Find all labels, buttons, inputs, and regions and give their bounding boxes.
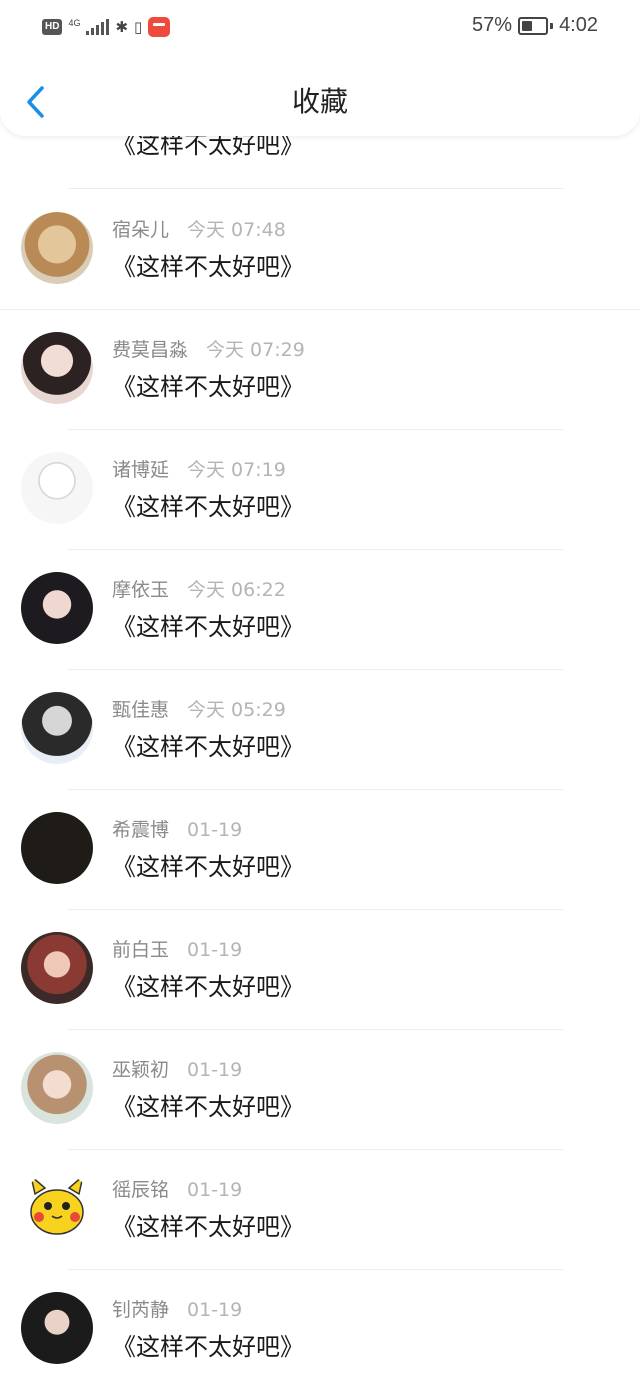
status-bar: HD 4G ✱ ▯ 57% 4:02 [0,0,640,56]
favorites-list-main: 宿朵儿 今天 07:48 《这样不太好吧》 费莫昌淼 今天 07:29 《这样不太好… [0,190,640,1390]
timestamp: 01-19 [187,819,243,841]
status-icons-right: 57% 4:02 [472,14,598,37]
clock: 4:02 [559,14,598,36]
sender-name: 费莫昌淼 [112,339,189,361]
pikachu-icon [29,1173,85,1235]
message-text: 《这样不太好吧》 [112,1093,304,1121]
timestamp: 今天 05:29 [187,699,286,721]
bluetooth-icon: ✱ [115,18,129,36]
message-text: 《这样不太好吧》 [112,253,304,281]
avatar[interactable] [21,572,93,644]
avatar[interactable] [21,932,93,1004]
signal-icon [86,19,110,35]
hd-icon: HD [42,19,63,35]
avatar[interactable] [21,212,93,284]
sender-name: 巫颖初 [112,1059,170,1081]
timestamp: 今天 07:48 [187,219,286,241]
list-item[interactable]: 甄佳惠 今天 05:29 《这样不太好吧》 [0,670,640,790]
message-text: 《这样不太好吧》 [112,373,304,401]
app-notification-icon [148,17,171,37]
timestamp: 01-19 [187,939,243,961]
battery-percent: 57% [472,14,513,36]
list-item[interactable]: 诸博延 今天 07:19 《这样不太好吧》 [0,430,640,550]
list-item[interactable]: 钊芮静 01-19 《这样不太好吧》 [0,1270,640,1390]
page-title: 收藏 [291,85,348,118]
list-item[interactable]: 希震博 01-19 《这样不太好吧》 [0,790,640,910]
avatar[interactable] [21,1292,93,1364]
avatar[interactable] [21,1052,93,1124]
list-item[interactable]: 前白玉 01-19 《这样不太好吧》 [0,910,640,1030]
message-text: 《这样不太好吧》 [112,493,304,521]
list-item[interactable]: 宿朵儿 今天 07:48 《这样不太好吧》 [0,190,640,310]
sender-name: 徭辰铭 [112,1179,170,1201]
message-text: 《这样不太好吧》 [112,973,304,1001]
avatar[interactable] [21,812,93,884]
timestamp: 01-19 [187,1059,243,1081]
battery-icon [518,16,549,35]
sender-name: 诸博延 [112,459,170,481]
nav-bar: 收藏 [0,56,640,136]
avatar[interactable] [21,692,93,764]
divider [68,188,563,189]
timestamp: 今天 06:22 [187,579,286,601]
timestamp: 今天 07:29 [206,339,305,361]
sender-name: 前白玉 [112,939,170,961]
list-item[interactable]: 摩依玉 今天 06:22 《这样不太好吧》 [0,550,640,670]
message-text: 《这样不太好吧》 [112,853,304,881]
network-type: 4G [68,18,81,28]
message-text: 《这样不太好吧》 [112,1333,304,1361]
message-text: 《这样不太好吧》 [112,613,304,641]
sender-name: 希震博 [112,819,170,841]
list-item[interactable]: 徭辰铭 01-19 《这样不太好吧》 [0,1150,640,1270]
avatar[interactable] [21,1172,93,1244]
timestamp: 今天 07:19 [187,459,286,481]
avatar[interactable] [21,332,93,404]
sender-name: 摩依玉 [112,579,170,601]
vibrate-icon: ▯ [134,18,143,36]
timestamp: 01-19 [187,1299,243,1321]
timestamp: 01-19 [187,1179,243,1201]
status-icons-left: HD 4G ✱ ▯ [42,16,171,38]
avatar[interactable] [21,452,93,524]
list-item[interactable]: 费莫昌淼 今天 07:29 《这样不太好吧》 [0,310,640,430]
message-text: 《这样不太好吧》 [112,1213,304,1241]
message-text: 《这样不太好吧》 [112,733,304,761]
sender-name: 甄佳惠 [112,699,170,721]
sender-name: 钊芮静 [112,1299,170,1321]
battery-tip [550,22,554,29]
list-item[interactable]: 巫颖初 01-19 《这样不太好吧》 [0,1030,640,1150]
sender-name: 宿朵儿 [112,219,170,241]
